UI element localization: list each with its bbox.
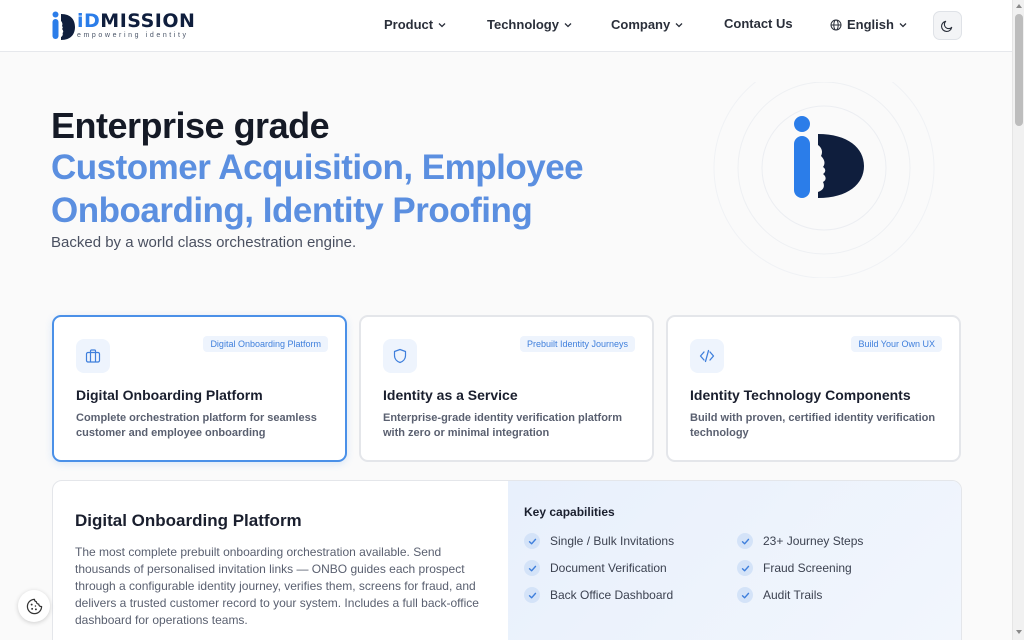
check-icon — [524, 587, 540, 603]
chevron-down-icon — [899, 22, 907, 27]
moon-icon — [941, 20, 953, 32]
scroll-up-arrow-icon[interactable] — [1016, 4, 1022, 8]
card-title: Digital Onboarding Platform — [76, 387, 263, 403]
capability-item: Audit Trails — [737, 587, 822, 603]
briefcase-icon — [85, 349, 101, 363]
nav-contact-us[interactable]: Contact Us — [724, 16, 793, 31]
card-title: Identity Technology Components — [690, 387, 911, 403]
chevron-down-icon — [438, 22, 446, 27]
card-description: Build with proven, certified identity ve… — [690, 412, 936, 439]
card-description: Enterprise-grade identity verification p… — [383, 412, 622, 439]
detail-panel: Digital Onboarding Platform The most com… — [52, 480, 962, 640]
hero-logo-graphic — [713, 82, 935, 278]
globe-icon — [830, 19, 842, 30]
capability-item: Back Office Dashboard — [524, 587, 673, 603]
shield-icon — [393, 348, 407, 364]
code-icon — [699, 349, 715, 363]
capability-item: Fraud Screening — [737, 560, 852, 576]
capability-item: Single / Bulk Invitations — [524, 533, 674, 549]
page-scrollbar[interactable] — [1012, 0, 1024, 640]
idmission-logo[interactable]: iDMISSION empowering identity — [51, 10, 195, 42]
chevron-down-icon — [675, 22, 683, 27]
nav-product[interactable]: Product — [384, 17, 446, 32]
hero-subtitle: Backed by a world class orchestration en… — [51, 234, 357, 251]
detail-overview: Digital Onboarding Platform The most com… — [53, 481, 508, 640]
card-title: Identity as a Service — [383, 387, 518, 403]
chevron-down-icon — [564, 22, 572, 27]
cookie-icon — [26, 598, 42, 614]
detail-title: Digital Onboarding Platform — [75, 511, 302, 530]
nav-company[interactable]: Company — [611, 17, 683, 32]
logo-mark-icon — [52, 11, 75, 40]
nav-technology[interactable]: Technology — [487, 17, 572, 32]
logo-wordmark: iDMISSION — [77, 10, 196, 32]
capabilities-heading: Key capabilities — [524, 505, 615, 519]
check-icon — [737, 560, 753, 576]
check-icon — [524, 560, 540, 576]
theme-toggle-button[interactable] — [933, 11, 962, 40]
cookie-settings-button[interactable] — [18, 590, 50, 622]
check-icon — [737, 587, 753, 603]
check-icon — [524, 533, 540, 549]
card-badge: Build Your Own UX — [851, 336, 942, 352]
site-header: iDMISSION empowering identity Product Te… — [0, 0, 1012, 52]
card-badge: Prebuilt Identity Journeys — [519, 336, 635, 352]
logo-tagline: empowering identity — [77, 32, 189, 39]
hero-title: Enterprise grade — [51, 105, 330, 146]
card-description: Complete orchestration platform for seam… — [76, 412, 317, 439]
card-identity-as-a-service[interactable]: Prebuilt Identity Journeys Identity as a… — [359, 315, 654, 462]
key-capabilities-panel: Key capabilities Single / Bulk Invitatio… — [508, 481, 961, 640]
language-selector[interactable]: English — [830, 17, 907, 32]
card-identity-technology-components[interactable]: Build Your Own UX Identity Technology Co… — [666, 315, 961, 462]
capability-item: 23+ Journey Steps — [737, 533, 863, 549]
capability-item: Document Verification — [524, 560, 667, 576]
detail-description: The most complete prebuilt onboarding or… — [75, 545, 479, 627]
scroll-down-arrow-icon[interactable] — [1016, 630, 1022, 634]
hero-accent-headline: Customer Acquisition, Employee Onboardin… — [51, 148, 584, 230]
card-digital-onboarding-platform[interactable]: Digital Onboarding Platform Digital Onbo… — [52, 315, 347, 462]
card-badge: Digital Onboarding Platform — [203, 336, 328, 352]
check-icon — [737, 533, 753, 549]
scroll-thumb[interactable] — [1015, 14, 1023, 126]
